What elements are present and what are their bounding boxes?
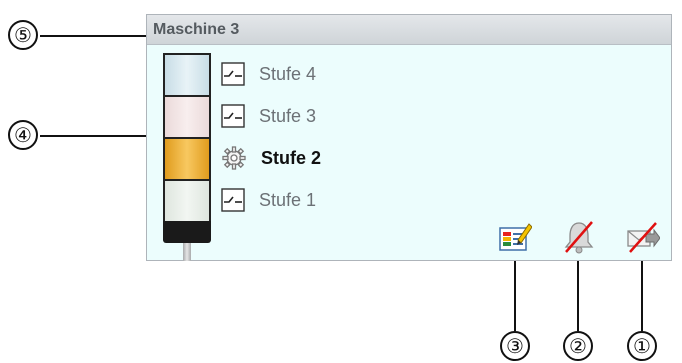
callout-5: ⑤ <box>8 20 38 50</box>
callout-3: ③ <box>500 331 530 361</box>
bell-disabled-icon <box>564 221 594 254</box>
gear-icon <box>222 146 246 170</box>
panel-title: Maschine 3 <box>153 20 240 38</box>
tower-segment-3 <box>163 95 211 139</box>
stage-label: Stufe 2 <box>261 147 322 168</box>
stage-label: Stufe 3 <box>259 105 317 126</box>
switch-open-icon <box>221 104 245 128</box>
stage-row-2: Stufe 2 <box>221 142 321 174</box>
tower-base <box>163 221 211 243</box>
stage-row-3: Stufe 3 <box>221 100 316 132</box>
stage-label: Stufe 1 <box>259 189 317 210</box>
message-disabled-button[interactable] <box>626 220 661 254</box>
color-edit-icon <box>499 223 533 251</box>
mail-forward-disabled-icon <box>627 222 661 253</box>
tower-segment-1 <box>163 179 211 223</box>
switch-open-icon <box>221 62 245 86</box>
stage-row-4: Stufe 4 <box>221 58 316 90</box>
callout-2: ② <box>563 331 593 361</box>
callout-4: ④ <box>8 120 38 150</box>
edit-colors-button[interactable] <box>498 220 533 254</box>
callout-1: ① <box>627 331 657 361</box>
signal-tower <box>163 53 211 261</box>
callout-5-line <box>40 35 148 37</box>
alarm-disabled-button[interactable] <box>562 220 596 254</box>
stage-row-1: Stufe 1 <box>221 184 316 216</box>
stage-label: Stufe 4 <box>259 63 317 84</box>
switch-open-icon <box>221 188 245 212</box>
tower-segment-4 <box>163 53 211 97</box>
tower-pole <box>183 243 191 261</box>
panel-header: Maschine 3 <box>147 15 671 45</box>
machine-panel: Maschine 3 Stufe 4 Stufe 3 Stufe 2 Stufe… <box>146 14 672 261</box>
tower-segment-2 <box>163 137 211 181</box>
